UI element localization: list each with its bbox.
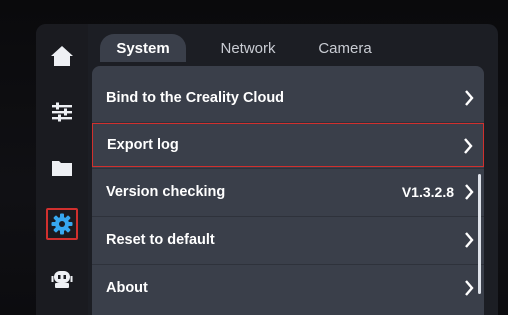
- sidebar-item-files[interactable]: [46, 152, 78, 184]
- tab-system[interactable]: System: [100, 34, 186, 62]
- row-label: Bind to the Creality Cloud: [106, 90, 285, 106]
- sidebar-item-assistant[interactable]: [46, 262, 78, 294]
- row-about[interactable]: About: [92, 266, 484, 310]
- sidebar-item-home[interactable]: [46, 40, 78, 72]
- chevron-right-icon: [465, 280, 474, 296]
- screen: System Network Camera Bind to the Creali…: [36, 24, 498, 315]
- chevron-right-icon: [465, 90, 474, 106]
- row-version-checking[interactable]: Version checking V1.3.2.8: [92, 170, 484, 214]
- divider: [92, 264, 484, 265]
- row-label: Version checking: [106, 184, 226, 200]
- row-label: Reset to default: [106, 232, 215, 248]
- sliders-icon: [52, 102, 72, 122]
- folder-icon: [52, 161, 72, 176]
- sidebar: [36, 24, 88, 315]
- settings-panel: Bind to the Creality Cloud Export log Ve…: [92, 66, 484, 315]
- sidebar-item-settings[interactable]: [46, 208, 78, 240]
- divider: [92, 168, 484, 169]
- row-bind-cloud[interactable]: Bind to the Creality Cloud: [92, 76, 484, 120]
- home-icon: [51, 46, 73, 66]
- divider: [92, 216, 484, 217]
- tab-bar: System Network Camera: [88, 24, 498, 66]
- chevron-right-icon: [464, 138, 473, 154]
- row-label: About: [106, 280, 148, 296]
- gear-icon: [51, 213, 73, 235]
- tab-network[interactable]: Network: [210, 34, 286, 62]
- tab-camera[interactable]: Camera: [310, 34, 380, 62]
- version-value: V1.3.2.8: [401, 184, 454, 200]
- scrollbar[interactable]: [478, 174, 481, 294]
- chevron-right-icon: [465, 232, 474, 248]
- row-export-log[interactable]: Export log: [92, 123, 484, 167]
- sidebar-item-adjust[interactable]: [46, 96, 78, 128]
- row-reset-default[interactable]: Reset to default: [92, 218, 484, 262]
- row-label: Export log: [107, 137, 179, 153]
- robot-icon: [51, 271, 73, 288]
- chevron-right-icon: [465, 184, 474, 200]
